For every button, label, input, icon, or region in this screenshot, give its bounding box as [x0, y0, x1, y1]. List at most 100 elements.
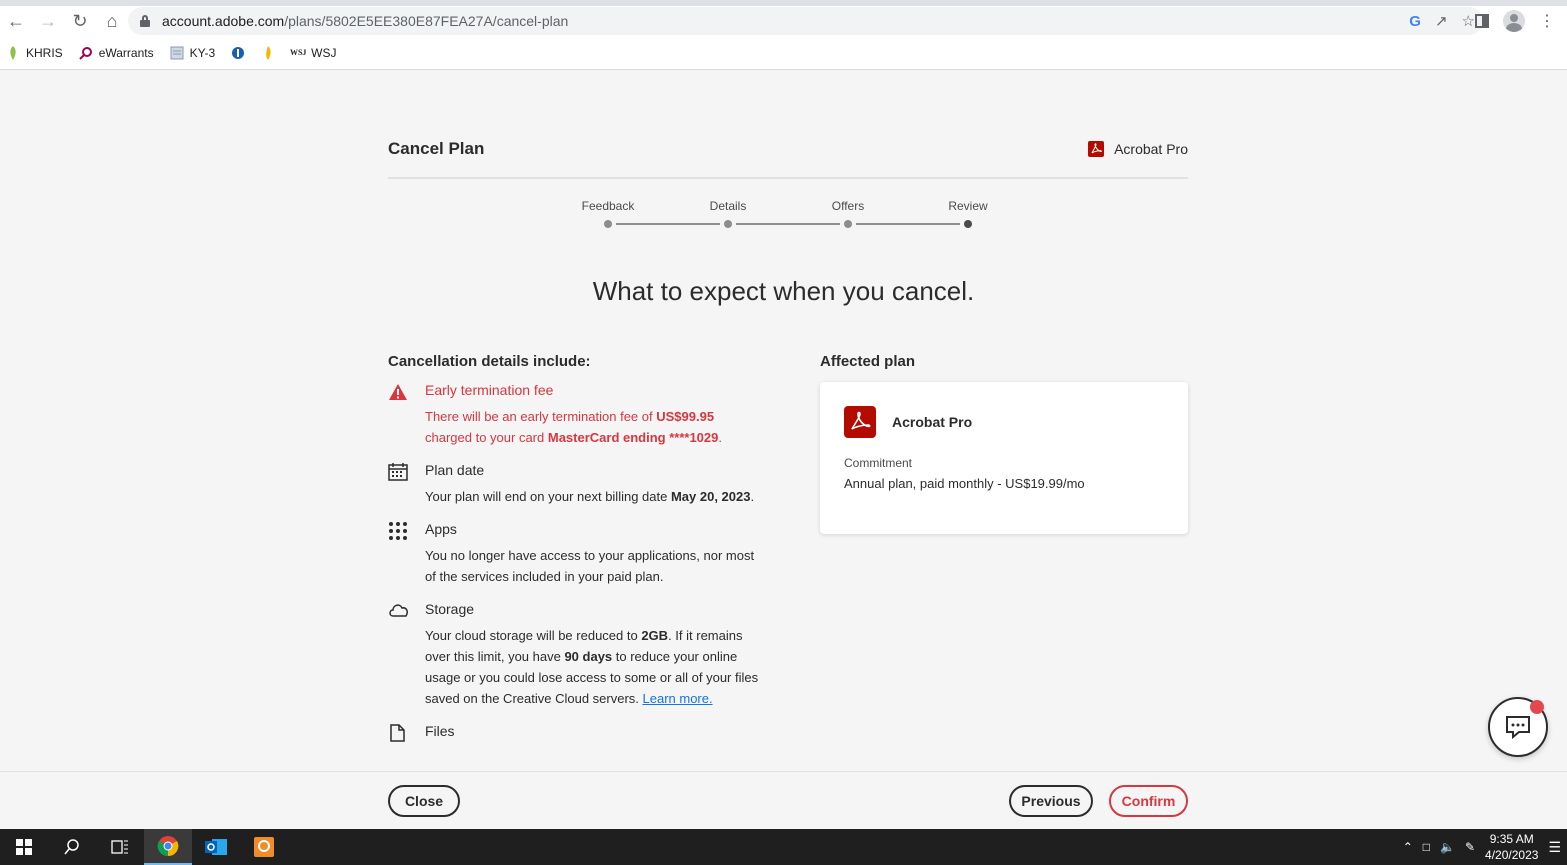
- outlook-taskbar-icon[interactable]: [192, 829, 240, 865]
- tray-chevron-icon[interactable]: ⌃: [1403, 840, 1413, 854]
- product-name: Acrobat Pro: [1114, 141, 1188, 157]
- fee-body: There will be an early termination fee o…: [425, 409, 722, 445]
- storage-size: 2GB: [641, 628, 669, 643]
- apps-grid-icon: [388, 522, 410, 542]
- grace-days: 90 days: [564, 649, 613, 664]
- step-label-details: Details: [709, 199, 747, 213]
- windows-start-icon[interactable]: [0, 829, 48, 865]
- task-view-icon[interactable]: [96, 829, 144, 865]
- product-badge: Acrobat Pro: [1088, 141, 1188, 157]
- lock-icon: [140, 15, 150, 27]
- step-label-review: Review: [948, 199, 988, 213]
- volume-icon[interactable]: 🔈: [1440, 840, 1455, 854]
- calendar-icon: [388, 463, 410, 483]
- address-bar[interactable]: account.adobe.com/plans/5802E5EE380E87FE…: [128, 7, 1483, 35]
- notification-dot: [1530, 700, 1544, 714]
- home-icon[interactable]: ⌂: [96, 6, 128, 36]
- wsj-icon: WSJ: [289, 48, 307, 57]
- bookmark-khris[interactable]: KHRIS: [6, 45, 63, 60]
- step-label-feedback: Feedback: [581, 199, 635, 213]
- bookmark-ky3[interactable]: KY-3: [170, 46, 215, 60]
- apps-title: Apps: [425, 521, 457, 537]
- commitment-value: Annual plan, paid monthly - US$19.99/mo: [844, 476, 1085, 491]
- previous-button[interactable]: Previous: [1009, 785, 1093, 817]
- google-lens-icon[interactable]: G: [1409, 13, 1421, 30]
- detail-files: Files: [388, 723, 768, 742]
- clock-time: 9:35 AM: [1489, 832, 1534, 846]
- back-icon[interactable]: ←: [0, 6, 32, 36]
- step-dot-details: [724, 220, 732, 228]
- forward-icon[interactable]: →: [32, 6, 64, 36]
- chat-bubble-icon: [1506, 716, 1530, 739]
- end-date: May 20, 2023: [670, 489, 751, 504]
- plan-name: Acrobat Pro: [892, 414, 973, 430]
- commitment-label: Commitment: [844, 456, 913, 470]
- step-connector: [736, 223, 840, 225]
- detail-early-termination-fee: Early termination fee There will be an e…: [388, 382, 768, 448]
- flame-icon: [261, 45, 275, 60]
- plan-card: Acrobat Pro Commitment Annual plan, paid…: [820, 382, 1188, 534]
- progress-stepper: Feedback Details Offers Review: [581, 199, 994, 239]
- khris-icon: [6, 45, 20, 60]
- clock[interactable]: 9:35 AM 4/20/2023: [1485, 831, 1538, 863]
- star-icon[interactable]: ☆: [1462, 12, 1475, 30]
- network-icon[interactable]: □: [1423, 840, 1430, 854]
- bookmark-ewarrants[interactable]: eWarrants: [78, 46, 154, 60]
- bookmark-globe[interactable]: [231, 46, 245, 60]
- pdf-editor-taskbar-icon[interactable]: [240, 829, 288, 865]
- detail-storage: Storage Your cloud storage will be reduc…: [388, 601, 768, 709]
- plan-date-title: Plan date: [425, 462, 485, 478]
- page-content: Cancel Plan Acrobat Pro Feedback Details…: [0, 71, 1567, 771]
- acrobat-icon: [844, 406, 876, 438]
- cancellation-details: Cancellation details include: Early term…: [388, 353, 768, 753]
- bookmark-wsj[interactable]: WSJ WSJ: [289, 46, 337, 60]
- detail-apps: Apps You no longer have access to your a…: [388, 521, 768, 587]
- side-panel-icon[interactable]: [1475, 14, 1489, 28]
- step-dot-feedback: [604, 220, 612, 228]
- browser-toolbar: ← → ↻ ⌂ account.adobe.com/plans/5802E5EE…: [0, 6, 1567, 36]
- notifications-icon[interactable]: ☰: [1548, 839, 1561, 856]
- storage-body: Your cloud storage will be reduced to 2G…: [425, 628, 759, 706]
- learn-more-link[interactable]: Learn more.: [643, 691, 713, 706]
- acrobat-icon: [1088, 141, 1105, 157]
- pen-icon[interactable]: ✎: [1465, 840, 1475, 854]
- warning-icon: [388, 383, 410, 403]
- clock-date: 4/20/2023: [1485, 848, 1539, 862]
- bookmark-flame[interactable]: [261, 45, 275, 60]
- file-icon: [388, 724, 410, 744]
- url-text: account.adobe.com/plans/5802E5EE380E87FE…: [162, 13, 569, 29]
- share-icon[interactable]: ↗: [1435, 12, 1448, 30]
- affected-plan: Affected plan Acrobat Pro Commitment Ann…: [820, 353, 1188, 534]
- close-button[interactable]: Close: [388, 785, 460, 817]
- page-header: Cancel Plan Acrobat Pro: [388, 139, 1188, 179]
- chrome-taskbar-icon[interactable]: [144, 829, 192, 865]
- step-dot-review: [964, 220, 972, 228]
- system-tray: ⌃ □ 🔈 ✎ 9:35 AM 4/20/2023 ☰: [1403, 829, 1567, 865]
- windows-taskbar: ⌃ □ 🔈 ✎ 9:35 AM 4/20/2023 ☰: [0, 829, 1567, 865]
- magnifier-icon: [78, 46, 93, 60]
- cancellation-details-title: Cancellation details include:: [388, 353, 591, 370]
- cloud-icon: [388, 602, 410, 622]
- action-footer: Close Previous Confirm: [0, 771, 1567, 829]
- step-connector: [616, 223, 720, 225]
- confirm-button[interactable]: Confirm: [1109, 785, 1188, 817]
- plan-date-body: Your plan will end on your next billing …: [425, 489, 755, 504]
- fee-amount: US$99.95: [656, 409, 715, 424]
- step-dot-offers: [844, 220, 852, 228]
- files-title: Files: [425, 723, 455, 739]
- profile-icon[interactable]: [1503, 10, 1525, 32]
- affected-plan-title: Affected plan: [820, 353, 916, 370]
- reload-icon[interactable]: ↻: [64, 6, 96, 36]
- fee-title: Early termination fee: [425, 382, 554, 398]
- search-icon[interactable]: [48, 829, 96, 865]
- apps-body: You no longer have access to your applic…: [425, 548, 755, 584]
- step-connector: [856, 223, 960, 225]
- card-info: MasterCard ending ****1029: [547, 430, 719, 445]
- detail-plan-date: Plan date Your plan will end on your nex…: [388, 462, 768, 507]
- page-title: Cancel Plan: [388, 139, 485, 158]
- headline: What to expect when you cancel.: [592, 276, 975, 306]
- storage-title: Storage: [425, 601, 475, 617]
- menu-icon[interactable]: ⋮: [1539, 11, 1555, 31]
- doc-icon: [170, 46, 184, 60]
- step-label-offers: Offers: [831, 199, 865, 213]
